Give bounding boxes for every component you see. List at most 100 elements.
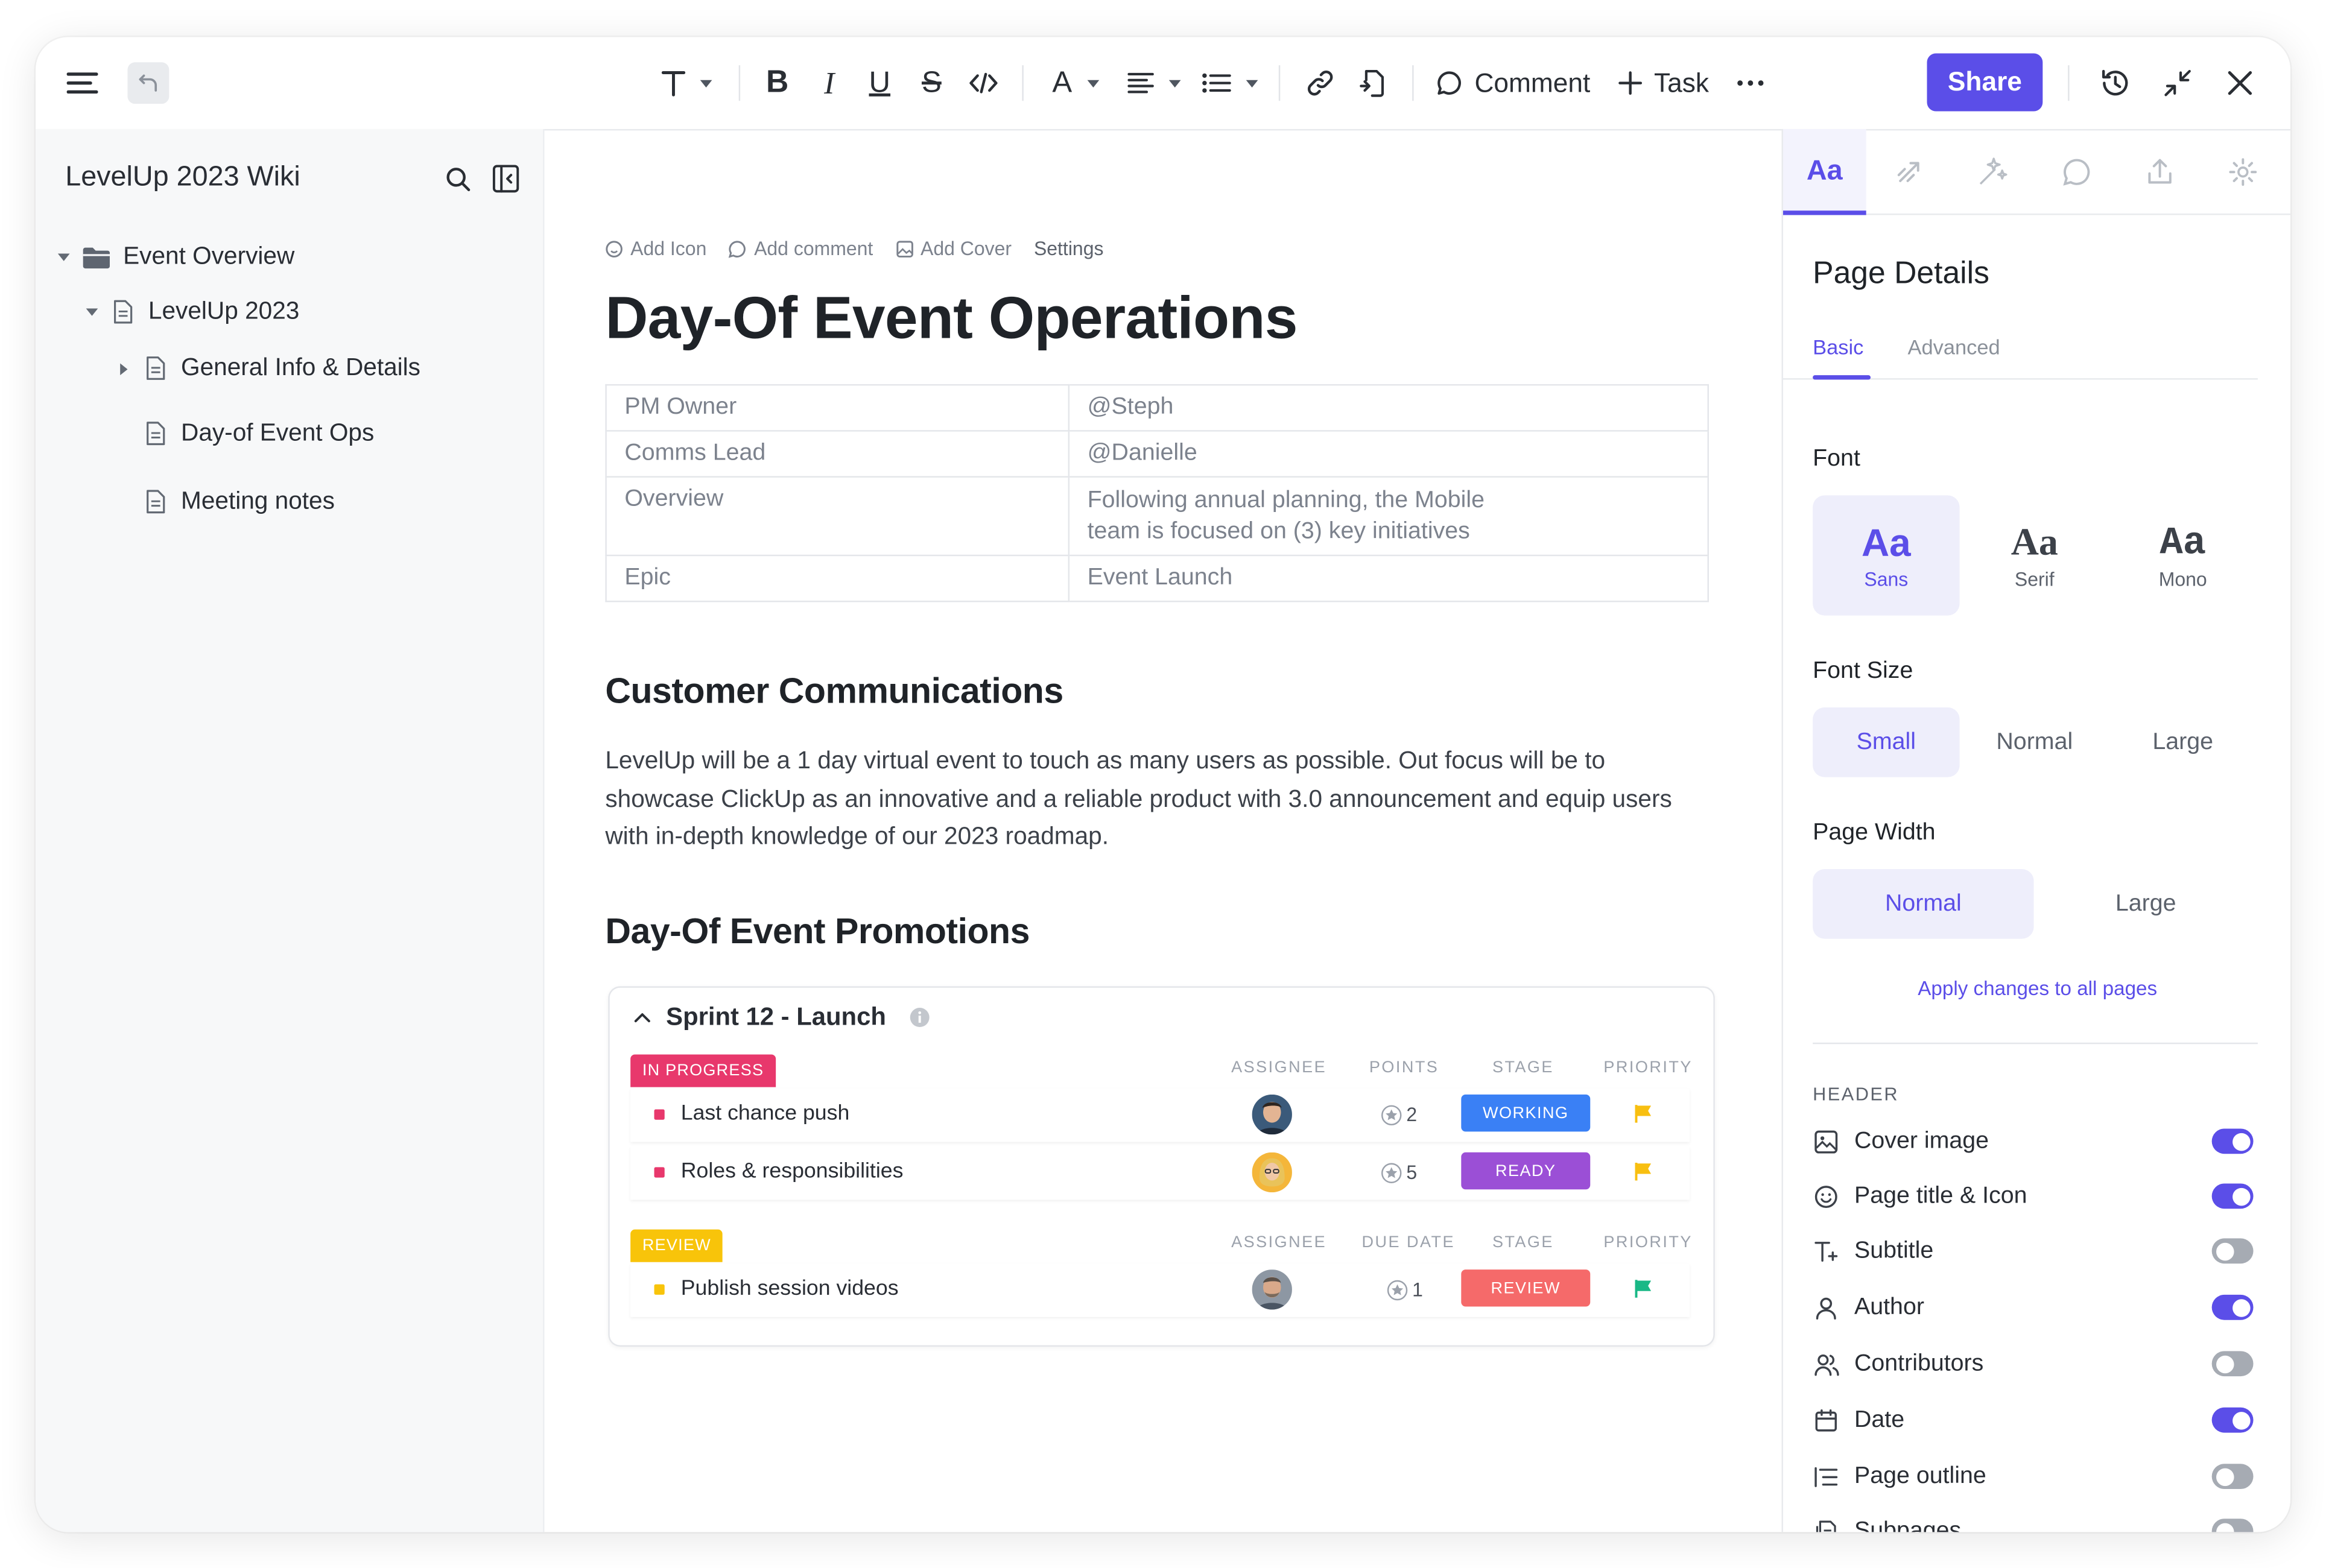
column-header[interactable]: ASSIGNEE <box>1231 1059 1326 1077</box>
tab-text-format[interactable]: Aa <box>1783 128 1866 215</box>
info-icon[interactable] <box>910 1007 930 1028</box>
page-outline-toggle[interactable] <box>2211 1464 2254 1490</box>
status-square-icon <box>654 1167 665 1178</box>
page-width-large[interactable]: Large <box>2035 869 2256 939</box>
author-toggle[interactable] <box>2211 1294 2254 1320</box>
more-button[interactable] <box>1732 61 1768 106</box>
sidebar-item-event-overview[interactable]: Event Overview <box>57 243 294 271</box>
column-header[interactable]: PRIORITY <box>1603 1059 1692 1077</box>
history-button[interactable] <box>2097 61 2133 106</box>
section-paragraph[interactable]: LevelUp will be a 1 day virtual event to… <box>605 743 1703 856</box>
task-name[interactable]: Last chance push <box>681 1102 850 1125</box>
sprint-header[interactable]: Sprint 12 - Launch <box>633 1002 931 1032</box>
font-sample: Aa <box>2011 519 2058 563</box>
link-button[interactable] <box>1302 61 1338 106</box>
italic-button[interactable]: I <box>814 61 844 106</box>
cover-image-toggle[interactable] <box>2211 1128 2254 1154</box>
status-badge-in-progress[interactable]: IN PROGRESS <box>630 1054 776 1087</box>
sidebar-item-label: Meeting notes <box>181 488 335 515</box>
task-points[interactable]: 5 <box>1381 1162 1417 1183</box>
task-name[interactable]: Roles & responsibilities <box>681 1160 904 1183</box>
column-header[interactable]: STAGE <box>1492 1059 1554 1077</box>
priority-flag-icon[interactable] <box>1634 1104 1654 1124</box>
property-value[interactable]: @Danielle <box>1068 430 1709 478</box>
subpages-toggle[interactable] <box>2211 1519 2254 1532</box>
assignee-avatar[interactable] <box>1252 1269 1292 1310</box>
column-header[interactable]: PRIORITY <box>1603 1234 1692 1252</box>
font-size-small[interactable]: Small <box>1813 707 1960 777</box>
column-header[interactable]: POINTS <box>1369 1059 1439 1077</box>
tab-export[interactable] <box>2118 129 2202 213</box>
chevron-up-icon[interactable] <box>633 1011 651 1023</box>
task-row[interactable]: Publish session videos 1 REVIEW <box>630 1263 1690 1317</box>
task-button[interactable]: Task <box>1618 61 1716 106</box>
add-icon-button[interactable]: Add Icon <box>605 237 706 259</box>
add-cover-button[interactable]: Add Cover <box>895 237 1012 259</box>
property-value[interactable]: @Steph <box>1068 384 1709 432</box>
sidebar-item-meeting-notes[interactable]: Meeting notes <box>145 488 335 516</box>
column-header[interactable]: ASSIGNEE <box>1231 1234 1326 1252</box>
property-value[interactable]: Event Launch <box>1068 554 1709 602</box>
task-points[interactable]: 2 <box>1381 1104 1417 1126</box>
share-button[interactable]: Share <box>1927 53 2043 112</box>
expand-arrow-icon[interactable] <box>86 308 98 316</box>
subtab-basic[interactable]: Basic <box>1813 335 1863 359</box>
page-title[interactable]: Day-Of Event Operations <box>605 286 1298 353</box>
sidebar-item-day-of-event-ops[interactable]: Day-of Event Ops <box>145 420 374 448</box>
tab-ai[interactable] <box>1951 129 2034 213</box>
priority-flag-icon[interactable] <box>1634 1279 1654 1299</box>
status-badge-review[interactable]: REVIEW <box>630 1229 723 1262</box>
font-size-large[interactable]: Large <box>2109 707 2256 777</box>
menu-icon[interactable] <box>65 61 101 106</box>
font-option-serif[interactable]: Aa Serif <box>1961 495 2108 615</box>
collapse-sidebar-button[interactable] <box>492 165 519 193</box>
tab-relationships[interactable] <box>1868 129 1951 213</box>
image-icon <box>1813 1128 1839 1155</box>
assignee-avatar[interactable] <box>1252 1094 1292 1135</box>
stage-pill[interactable]: WORKING <box>1461 1094 1591 1132</box>
font-color-dropdown[interactable]: A <box>1044 61 1106 106</box>
settings-link[interactable]: Settings <box>1034 237 1104 259</box>
expand-arrow-icon[interactable] <box>57 253 70 261</box>
page-width-normal[interactable]: Normal <box>1813 869 2034 939</box>
column-header[interactable]: DUE DATE <box>1362 1234 1455 1252</box>
tab-comments[interactable] <box>2035 129 2118 213</box>
align-dropdown[interactable] <box>1123 61 1185 106</box>
property-value[interactable]: Following annual planning, the Mobile te… <box>1068 476 1709 557</box>
sidebar-item-levelup-2023[interactable]: LevelUp 2023 <box>86 298 299 326</box>
search-button[interactable] <box>445 166 472 192</box>
apply-to-all-link[interactable]: Apply changes to all pages <box>1783 978 2290 1000</box>
subtitle-toggle[interactable] <box>2211 1238 2254 1264</box>
date-toggle[interactable] <box>2211 1407 2254 1433</box>
task-row[interactable]: Roles & responsibilities 5 READY <box>630 1146 1690 1200</box>
text-style-dropdown[interactable] <box>654 61 720 106</box>
underline-button[interactable]: U <box>865 61 895 106</box>
tab-settings[interactable] <box>2201 129 2284 213</box>
page-title-toggle[interactable] <box>2211 1183 2254 1209</box>
priority-flag-icon[interactable] <box>1634 1162 1654 1182</box>
assignee-avatar[interactable] <box>1252 1152 1292 1193</box>
embed-button[interactable] <box>1354 61 1390 106</box>
task-row[interactable]: Last chance push 2 WORKING <box>630 1089 1690 1142</box>
code-button[interactable] <box>966 61 1001 106</box>
list-dropdown[interactable] <box>1199 61 1261 106</box>
task-points[interactable]: 1 <box>1387 1279 1423 1301</box>
strikethrough-button[interactable]: S <box>917 61 946 106</box>
collapse-button[interactable] <box>2160 61 2196 106</box>
font-option-sans[interactable]: Aa Sans <box>1813 495 1960 616</box>
font-option-mono[interactable]: Aa Mono <box>2109 495 2256 615</box>
contributors-toggle[interactable] <box>2211 1351 2254 1377</box>
expand-arrow-icon[interactable] <box>120 362 128 375</box>
stage-pill[interactable]: REVIEW <box>1461 1269 1591 1307</box>
font-size-normal[interactable]: Normal <box>1961 707 2108 777</box>
task-name[interactable]: Publish session videos <box>681 1277 899 1300</box>
subtab-advanced[interactable]: Advanced <box>1908 335 2000 359</box>
comment-button[interactable]: Comment <box>1436 61 1597 106</box>
stage-pill[interactable]: READY <box>1461 1152 1591 1190</box>
close-button[interactable] <box>2222 61 2258 106</box>
bold-button[interactable]: B <box>762 61 792 106</box>
sidebar-item-general-info[interactable]: General Info & Details <box>120 355 420 383</box>
column-header[interactable]: STAGE <box>1492 1234 1554 1252</box>
add-comment-button[interactable]: Add comment <box>729 237 873 259</box>
undo-button[interactable] <box>127 62 170 104</box>
